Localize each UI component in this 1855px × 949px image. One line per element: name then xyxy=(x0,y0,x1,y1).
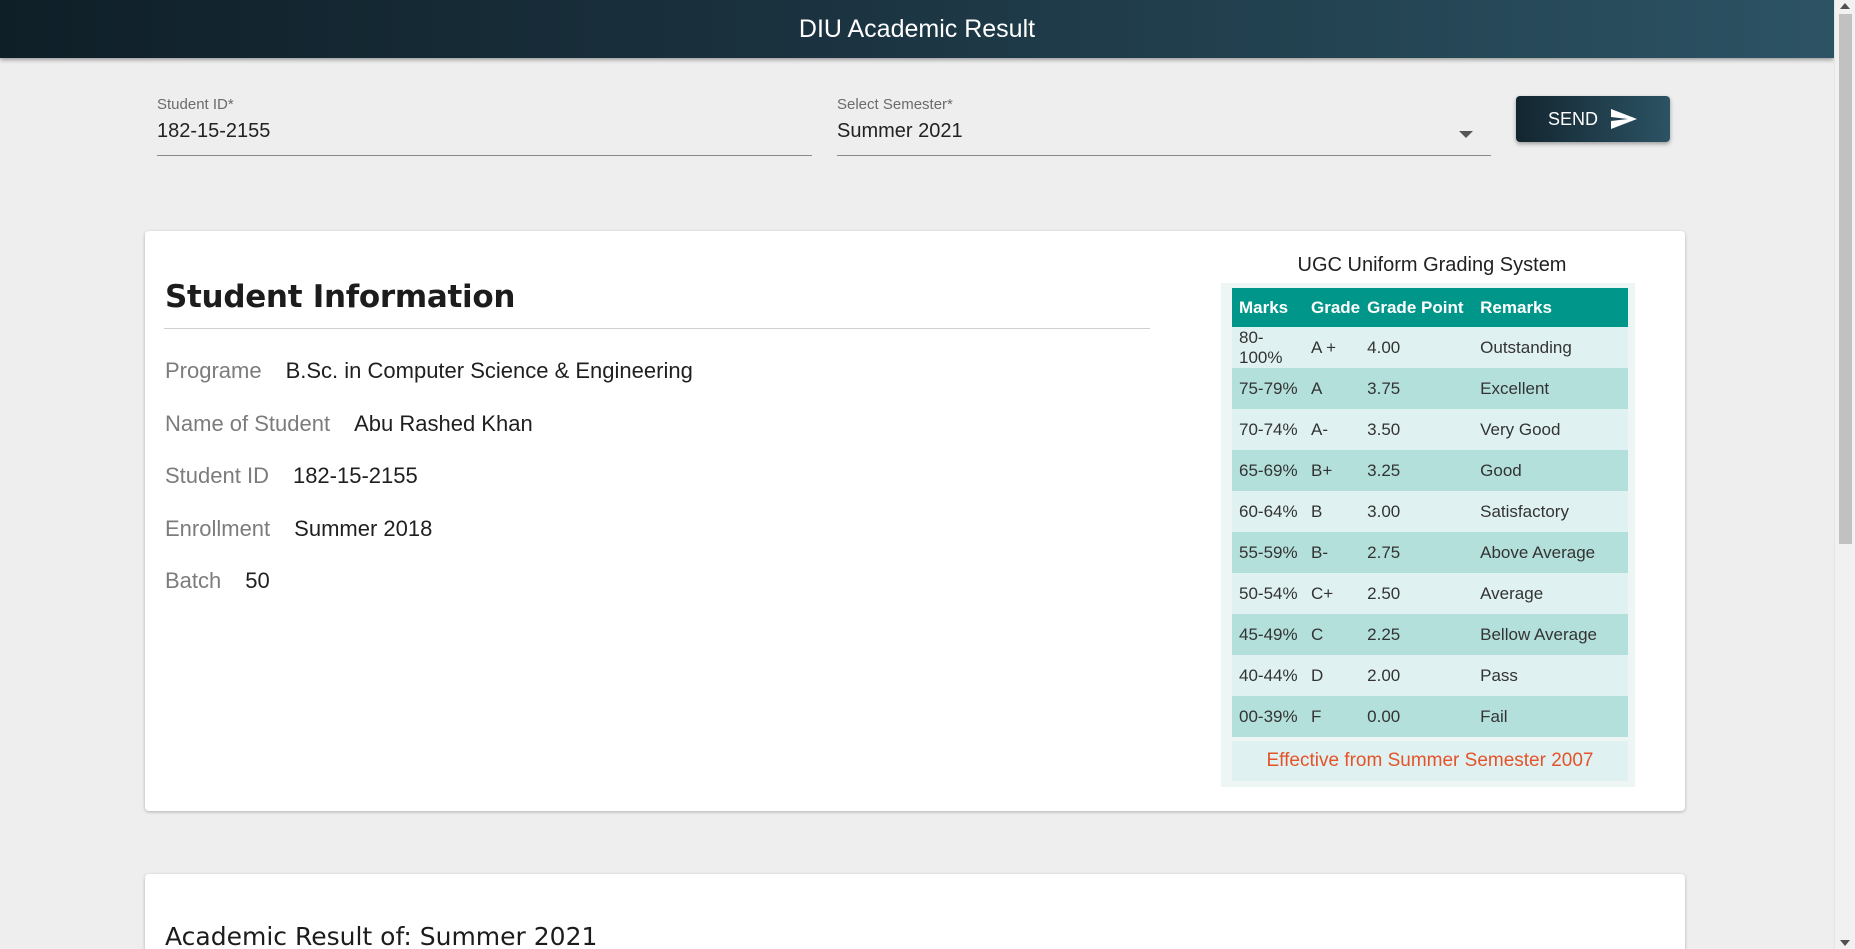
info-label: Programe xyxy=(165,358,262,383)
scroll-up-arrow-icon[interactable] xyxy=(1840,3,1850,9)
cell: B xyxy=(1304,491,1361,532)
cell: Fail xyxy=(1473,696,1628,737)
dropdown-caret-icon[interactable] xyxy=(1459,131,1473,138)
grading-system-panel: UGC Uniform Grading System Marks Grade G… xyxy=(1221,254,1635,787)
academic-result-title: Academic Result of: Summer 2021 xyxy=(165,922,598,949)
cell: 65-69% xyxy=(1232,450,1304,491)
info-value: 182-15-2155 xyxy=(292,463,418,488)
grading-table-container: Marks Grade Grade Point Remarks 80-100% A… xyxy=(1221,283,1635,787)
cell: Good xyxy=(1473,450,1628,491)
cell: Outstanding xyxy=(1473,327,1628,368)
cell: Excellent xyxy=(1473,368,1628,409)
column-header: Grade Point xyxy=(1360,288,1474,327)
student-info-title: Student Information xyxy=(165,279,516,315)
send-button[interactable]: SEND xyxy=(1516,96,1670,142)
cell: C+ xyxy=(1304,573,1361,614)
grading-row: 60-64% B 3.00 Satisfactory xyxy=(1232,491,1628,532)
column-header: Marks xyxy=(1232,288,1304,327)
info-value: Summer 2018 xyxy=(294,516,433,541)
cell: 2.50 xyxy=(1360,573,1474,614)
cell: C xyxy=(1304,614,1361,655)
app-title: DIU Academic Result xyxy=(798,14,1036,43)
semester-label: Select Semester* xyxy=(837,96,953,113)
info-label: Name of Student xyxy=(165,411,331,436)
grading-row: 40-44% D 2.00 Pass xyxy=(1232,655,1628,696)
grading-footer-note: Effective from Summer Semester 2007 xyxy=(1232,741,1628,781)
student-id-field[interactable]: Student ID* 182-15-2155 xyxy=(157,96,812,156)
cell: 3.00 xyxy=(1360,491,1474,532)
info-row-name: Name of Student Abu Rashed Khan xyxy=(165,411,533,437)
info-value: Abu Rashed Khan xyxy=(354,411,533,436)
cell: 80-100% xyxy=(1232,327,1304,368)
grading-row: 00-39% F 0.00 Fail xyxy=(1232,696,1628,737)
cell: 2.00 xyxy=(1360,655,1474,696)
info-row-enrollment: Enrollment Summer 2018 xyxy=(165,516,432,542)
cell: 45-49% xyxy=(1232,614,1304,655)
grading-table: Marks Grade Grade Point Remarks 80-100% A… xyxy=(1232,288,1628,737)
semester-select[interactable]: Select Semester* Summer 2021 xyxy=(837,96,1491,156)
grading-header-row: Marks Grade Grade Point Remarks xyxy=(1232,288,1628,327)
cell: 2.25 xyxy=(1360,614,1474,655)
app-bar: DIU Academic Result xyxy=(0,0,1834,58)
cell: 2.75 xyxy=(1360,532,1474,573)
student-id-input[interactable]: 182-15-2155 xyxy=(157,120,812,143)
cell: B- xyxy=(1304,532,1361,573)
cell: F xyxy=(1304,696,1361,737)
cell: 50-54% xyxy=(1232,573,1304,614)
grading-row: 75-79% A 3.75 Excellent xyxy=(1232,368,1628,409)
cell: 0.00 xyxy=(1360,696,1474,737)
column-header: Grade xyxy=(1304,288,1361,327)
title-divider xyxy=(164,328,1150,329)
cell: Above Average xyxy=(1473,532,1628,573)
cell: 40-44% xyxy=(1232,655,1304,696)
send-icon xyxy=(1611,109,1637,129)
grading-row: 65-69% B+ 3.25 Good xyxy=(1232,450,1628,491)
grading-row: 80-100% A +4.00 Outstanding xyxy=(1232,327,1628,368)
info-label: Batch xyxy=(165,568,222,593)
cell: 3.50 xyxy=(1360,409,1474,450)
cell: Average xyxy=(1473,573,1628,614)
cell: A xyxy=(1304,368,1361,409)
semester-selected-value[interactable]: Summer 2021 xyxy=(837,120,1491,143)
info-value: 50 xyxy=(245,568,270,593)
cell: 3.75 xyxy=(1360,368,1474,409)
student-id-label: Student ID* xyxy=(157,96,234,113)
column-header: Remarks xyxy=(1473,288,1628,327)
grading-row: 45-49% C 2.25 Bellow Average xyxy=(1232,614,1628,655)
info-row-batch: Batch 50 xyxy=(165,568,270,594)
scroll-down-arrow-icon[interactable] xyxy=(1840,940,1850,946)
academic-result-card: Academic Result of: Summer 2021 xyxy=(145,874,1685,949)
cell: A + xyxy=(1304,327,1361,368)
cell: 75-79% xyxy=(1232,368,1304,409)
cell: 60-64% xyxy=(1232,491,1304,532)
grading-caption: UGC Uniform Grading System xyxy=(1297,254,1567,276)
grading-row: 50-54% C+ 2.50 Average xyxy=(1232,573,1628,614)
info-value: B.Sc. in Computer Science & Engineering xyxy=(285,358,693,383)
cell: B+ xyxy=(1304,450,1361,491)
cell: Bellow Average xyxy=(1473,614,1628,655)
cell: A- xyxy=(1304,409,1361,450)
cell: Pass xyxy=(1473,655,1628,696)
grading-row: 55-59% B- 2.75 Above Average xyxy=(1232,532,1628,573)
info-row-program: Programe B.Sc. in Computer Science & Engi… xyxy=(165,358,693,384)
cell: 4.00 xyxy=(1360,327,1474,368)
info-label: Student ID xyxy=(165,463,269,488)
semester-underline xyxy=(837,155,1491,156)
scroll-thumb[interactable] xyxy=(1839,14,1852,544)
cell: 55-59% xyxy=(1232,532,1304,573)
student-id-underline xyxy=(157,155,812,156)
page-scrollbar[interactable] xyxy=(1834,0,1855,949)
cell: 70-74% xyxy=(1232,409,1304,450)
grading-row: 70-74% A- 3.50 Very Good xyxy=(1232,409,1628,450)
cell: 00-39% xyxy=(1232,696,1304,737)
info-row-student-id: Student ID 182-15-2155 xyxy=(165,463,418,489)
info-label: Enrollment xyxy=(165,516,271,541)
cell: D xyxy=(1304,655,1361,696)
cell: Satisfactory xyxy=(1473,491,1628,532)
send-button-label: SEND xyxy=(1547,108,1598,129)
cell: 3.25 xyxy=(1360,450,1474,491)
cell: Very Good xyxy=(1473,409,1628,450)
